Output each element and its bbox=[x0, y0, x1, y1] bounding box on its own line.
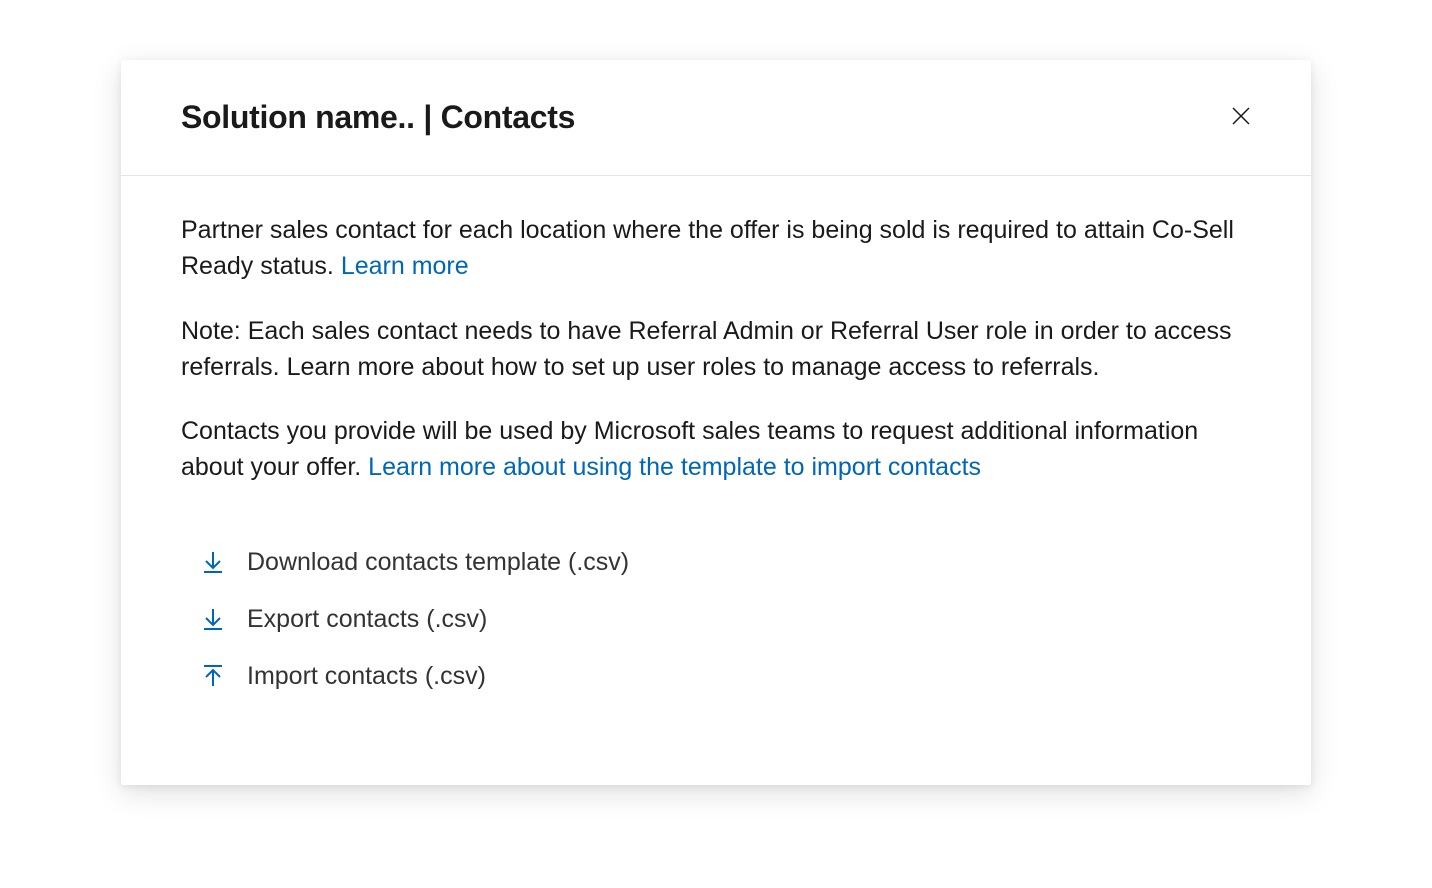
download-template-button[interactable]: Download contacts template (.csv) bbox=[199, 534, 629, 591]
description-paragraph-3: Contacts you provide will be used by Mic… bbox=[181, 413, 1251, 486]
contacts-panel: Solution name.. | Contacts Partner sales… bbox=[121, 60, 1311, 785]
description-paragraph-2: Note: Each sales contact needs to have R… bbox=[181, 313, 1251, 386]
import-contacts-button[interactable]: Import contacts (.csv) bbox=[199, 648, 486, 705]
close-button[interactable] bbox=[1223, 98, 1259, 137]
panel-title: Solution name.. | Contacts bbox=[181, 99, 575, 136]
download-template-label: Download contacts template (.csv) bbox=[247, 548, 629, 577]
upload-icon bbox=[199, 662, 227, 690]
description-text-1: Partner sales contact for each location … bbox=[181, 216, 1234, 280]
panel-body: Partner sales contact for each location … bbox=[121, 176, 1311, 785]
description-paragraph-1: Partner sales contact for each location … bbox=[181, 212, 1251, 285]
download-icon bbox=[199, 548, 227, 576]
close-icon bbox=[1229, 104, 1253, 131]
actions-list: Download contacts template (.csv) Export… bbox=[181, 534, 1251, 705]
export-contacts-button[interactable]: Export contacts (.csv) bbox=[199, 591, 487, 648]
panel-header: Solution name.. | Contacts bbox=[121, 60, 1311, 176]
download-icon bbox=[199, 605, 227, 633]
learn-more-link-1[interactable]: Learn more bbox=[341, 252, 469, 280]
export-contacts-label: Export contacts (.csv) bbox=[247, 605, 487, 634]
import-contacts-label: Import contacts (.csv) bbox=[247, 662, 486, 691]
learn-more-link-2[interactable]: Learn more about using the template to i… bbox=[368, 453, 981, 481]
